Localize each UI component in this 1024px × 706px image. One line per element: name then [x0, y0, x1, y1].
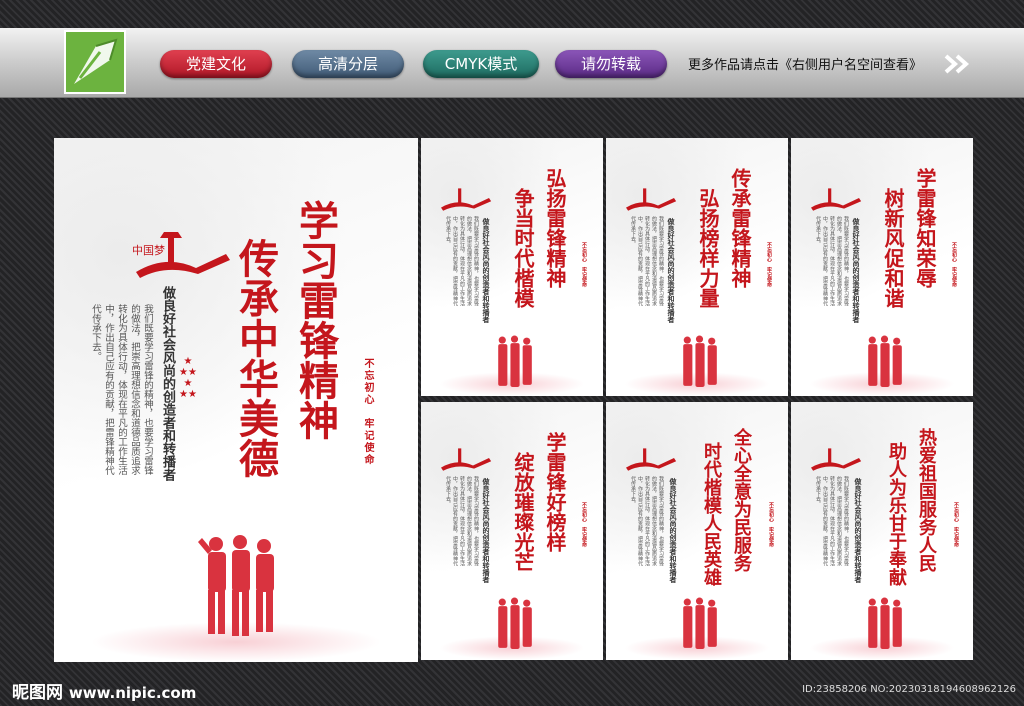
small-title-2: 绽放璀璨光芒: [511, 452, 535, 572]
double-chevron-right-icon[interactable]: [944, 54, 972, 74]
saluting-soldiers-silhouette: [198, 535, 274, 636]
saluting-soldiers-silhouette: [868, 335, 902, 387]
small-body-text: 我们既要学习雷锋的精神，也要学习雷锋的做法，把崇高理想信念和道德品质追求转化为具…: [445, 476, 479, 566]
small-subtitle: 做良好社会风尚的创造者和转播者: [667, 218, 676, 323]
pen-nib-icon: [64, 30, 126, 94]
small-title-1: 学雷锋知荣辱: [913, 168, 937, 288]
small-seal: 不忘初心 牢记使命: [768, 502, 774, 547]
china-dream-emblem: [811, 448, 862, 471]
small-poster-5: 全心全意为民服务 时代楷模人民英雄 做良好社会风尚的创造者和转播者 我们既要学习…: [606, 402, 788, 660]
small-poster-1: 弘扬雷锋精神 争当时代楷模 做良好社会风尚的创造者和转播者 我们既要学习雷锋的精…: [421, 138, 603, 396]
tag-party-culture[interactable]: 党建文化: [160, 50, 272, 78]
small-subtitle: 做良好社会风尚的创造者和转播者: [482, 218, 491, 323]
tag-cmyk[interactable]: CMYK模式: [423, 50, 539, 78]
saluting-soldiers-silhouette: [868, 597, 902, 649]
small-seal: 不忘初心 牢记使命: [953, 502, 959, 547]
saluting-soldiers-silhouette: [683, 597, 717, 649]
tag-no-repost[interactable]: 请勿转载: [555, 50, 667, 78]
main-title-1: 学习雷锋精神: [292, 200, 339, 440]
small-seal: 不忘初心 牢记使命: [766, 242, 772, 287]
small-body-text: 我们既要学习雷锋的精神，也要学习雷锋的做法，把崇高理想信念和道德品质追求转化为具…: [630, 216, 664, 306]
small-title-1: 弘扬雷锋精神: [543, 168, 567, 288]
china-dream-emblem: 中国梦: [132, 232, 230, 278]
nipic-watermark: 昵图网 www.nipic.com: [12, 678, 196, 703]
main-poster: 中国梦 学习雷锋精神 传承中华美德 不忘初心 牢记使命 做良好社会风尚的创造者和…: [54, 138, 418, 662]
small-poster-4: 学雷锋好榜样 绽放璀璨光芒 做良好社会风尚的创造者和转播者 我们既要学习雷锋的精…: [421, 402, 603, 660]
main-seal: 不忘初心 牢记使命: [362, 358, 373, 466]
small-seal: 不忘初心 牢记使命: [581, 502, 587, 547]
small-subtitle: 做良好社会风尚的创造者和转播者: [669, 478, 678, 583]
saluting-soldiers-silhouette: [498, 597, 532, 649]
tag-hd-layers[interactable]: 高清分层: [292, 50, 404, 78]
svg-text:中国梦: 中国梦: [132, 244, 165, 257]
china-dream-emblem: [626, 188, 677, 211]
small-seal: 不忘初心 牢记使命: [951, 242, 957, 287]
small-title-1: 热爱祖国服务人民: [916, 428, 937, 572]
small-title-2: 时代楷模人民英雄: [701, 442, 722, 586]
small-poster-3: 学雷锋知荣辱 树新风促和谐 做良好社会风尚的创造者和转播者 我们既要学习雷锋的精…: [791, 138, 973, 396]
small-poster-6: 热爱祖国服务人民 助人为乐甘于奉献 做良好社会风尚的创造者和转播者 我们既要学习…: [791, 402, 973, 660]
small-body-text: 我们既要学习雷锋的精神，也要学习雷锋的做法，把崇高理想信念和道德品质追求转化为具…: [815, 216, 849, 306]
more-works-link[interactable]: 更多作品请点击《右侧用户名空间查看》: [688, 54, 922, 73]
small-title-2: 助人为乐甘于奉献: [886, 442, 907, 586]
watermark-url: www.nipic.com: [68, 684, 197, 702]
small-seal: 不忘初心 牢记使命: [581, 242, 587, 287]
main-stars: ★ ★★ ★ ★★: [179, 356, 197, 400]
china-dream-emblem: [626, 448, 677, 471]
saluting-soldiers-silhouette: [498, 335, 532, 387]
small-title-2: 争当时代楷模: [511, 188, 535, 308]
small-title-2: 树新风促和谐: [881, 188, 905, 308]
small-title-1: 传承雷锋精神: [728, 168, 752, 288]
image-id-line: ID:23858206 NO:20230318194608962126: [802, 684, 1016, 695]
china-dream-emblem: [441, 448, 492, 471]
small-subtitle: 做良好社会风尚的创造者和转播者: [854, 478, 863, 583]
main-title-2: 传承中华美德: [232, 238, 279, 478]
small-body-text: 我们既要学习雷锋的精神，也要学习雷锋的做法，把崇高理想信念和道德品质追求转化为具…: [815, 476, 849, 566]
saluting-soldiers-silhouette: [683, 335, 717, 387]
china-dream-emblem: [811, 188, 862, 211]
china-dream-emblem: [441, 188, 492, 211]
main-body-text: 我们既要学习雷锋的精神，也要学习雷锋的做法，把崇高理想信念和道德品质追求转化为具…: [90, 304, 153, 475]
small-body-text: 我们既要学习雷锋的精神，也要学习雷锋的做法，把崇高理想信念和道德品质追求转化为具…: [630, 476, 664, 566]
small-title-1: 全心全意为民服务: [731, 428, 752, 572]
watermark-brand: 昵图网: [12, 683, 63, 703]
small-title-2: 弘扬榜样力量: [696, 188, 720, 308]
small-subtitle: 做良好社会风尚的创造者和转播者: [852, 218, 861, 323]
small-subtitle: 做良好社会风尚的创造者和转播者: [482, 478, 491, 583]
small-poster-2: 传承雷锋精神 弘扬榜样力量 做良好社会风尚的创造者和转播者 我们既要学习雷锋的精…: [606, 138, 788, 396]
small-body-text: 我们既要学习雷锋的精神，也要学习雷锋的做法，把崇高理想信念和道德品质追求转化为具…: [445, 216, 479, 306]
main-subtitle: 做良好社会风尚的创造者和转播者: [160, 286, 175, 481]
small-title-1: 学雷锋好榜样: [543, 432, 567, 552]
